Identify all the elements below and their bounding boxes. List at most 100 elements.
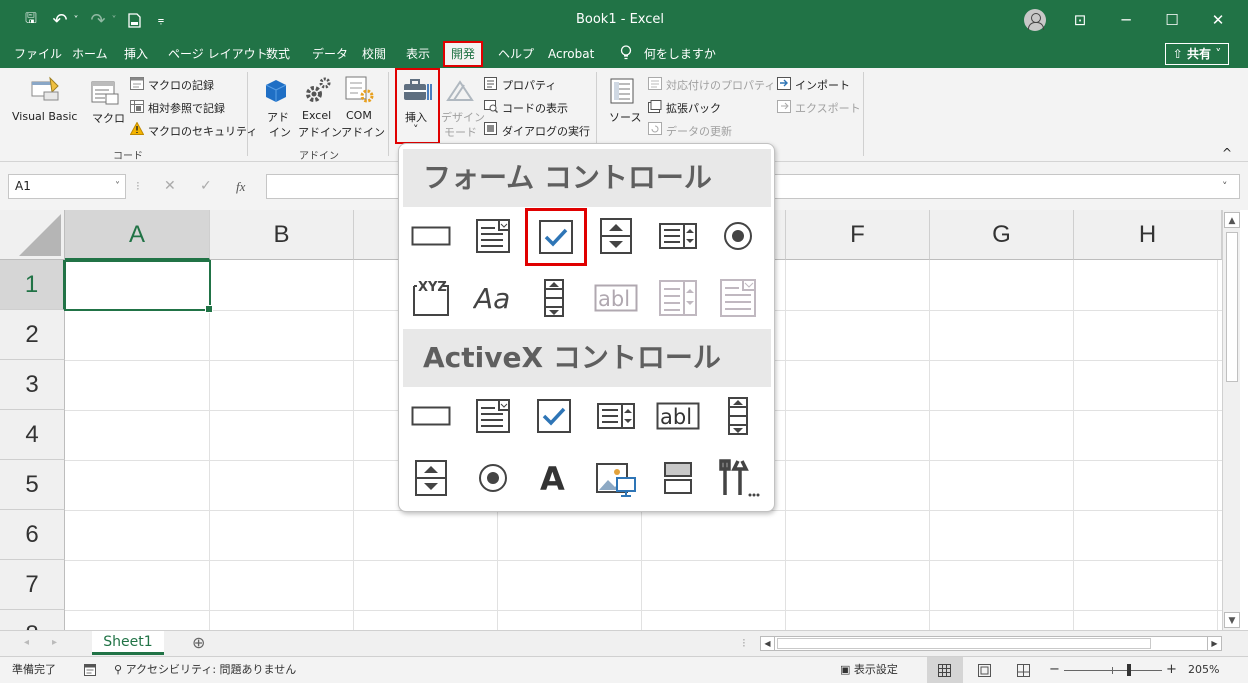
undo-icon[interactable]: ↶ [50, 0, 70, 40]
activex-command-button-control[interactable] [409, 394, 453, 438]
restore-button[interactable]: ☐ [1149, 0, 1195, 40]
tab-review[interactable]: 校閲 [362, 40, 386, 68]
tab-help[interactable]: ヘルプ [498, 40, 534, 68]
column-header-a[interactable]: A [65, 210, 210, 260]
form-combo-list-edit-control[interactable] [656, 276, 700, 320]
tab-data[interactable]: データ [312, 40, 348, 68]
tab-insert[interactable]: 挿入 [124, 40, 148, 68]
activex-spin-button-control[interactable] [409, 456, 453, 500]
form-button-control[interactable] [409, 214, 453, 258]
vertical-scroll-thumb[interactable] [1226, 232, 1238, 382]
zoom-slider[interactable] [1064, 664, 1162, 676]
row-header-5[interactable]: 5 [0, 460, 65, 510]
vertical-scrollbar[interactable]: ▲ ▼ [1222, 210, 1240, 630]
gridline [209, 260, 210, 630]
form-scroll-bar-control[interactable] [532, 276, 576, 320]
form-list-box-control[interactable] [656, 214, 700, 258]
tab-file[interactable]: ファイル [14, 40, 62, 68]
activex-option-button-control[interactable] [471, 456, 515, 500]
cancel-entry-icon[interactable]: ✕ [164, 174, 176, 199]
accessibility-status[interactable]: ⚲ アクセシビリティ: 問題ありません [114, 657, 296, 683]
redo-dropdown-icon[interactable]: ˅ [108, 0, 120, 40]
activex-list-box-control[interactable] [594, 394, 638, 438]
previous-sheet-icon[interactable]: ◂ [24, 631, 29, 655]
zoom-level[interactable]: 205% [1188, 657, 1219, 683]
row-header-6[interactable]: 6 [0, 510, 65, 560]
tab-page-layout[interactable]: ページ レイアウト [168, 40, 268, 68]
gridline [1217, 260, 1218, 630]
activex-check-box-control[interactable] [532, 394, 576, 438]
page-break-view-icon[interactable] [1017, 664, 1030, 677]
macro-recording-icon[interactable] [84, 664, 96, 676]
customize-quick-access-icon[interactable]: ⩦ [152, 0, 170, 40]
tell-me-search[interactable]: 何をしますか [620, 40, 716, 68]
form-group-box-control[interactable]: XYZ [409, 276, 453, 320]
sheet-tab-sheet1[interactable]: Sheet1 [92, 631, 164, 655]
user-avatar-icon[interactable] [1024, 9, 1046, 31]
activex-label-control[interactable]: A [532, 456, 576, 500]
tab-developer[interactable]: 開発 [443, 41, 484, 67]
row-header-3[interactable]: 3 [0, 360, 65, 410]
activex-toggle-button-control[interactable] [656, 456, 700, 500]
redo-icon[interactable]: ↷ [88, 0, 108, 40]
column-header-h[interactable]: H [1074, 210, 1222, 260]
print-preview-icon[interactable] [124, 0, 144, 40]
toggle-button-icon [664, 462, 692, 494]
zoom-slider-thumb[interactable] [1127, 664, 1131, 676]
activex-more-controls-control[interactable] [716, 456, 760, 500]
activex-combo-box-control[interactable] [471, 394, 515, 438]
share-button[interactable]: ⇧ 共有 ˅ [1165, 43, 1229, 65]
save-icon[interactable]: 🖫 [20, 0, 42, 40]
option-button-icon [479, 464, 507, 492]
scroll-left-icon[interactable]: ◀ [761, 637, 775, 650]
column-header-g[interactable]: G [930, 210, 1074, 260]
activex-text-box-control[interactable]: abl [656, 394, 700, 438]
tab-acrobat[interactable]: Acrobat [548, 40, 594, 68]
expand-formula-bar-icon[interactable]: ˅ [1222, 174, 1228, 199]
row-header-4[interactable]: 4 [0, 410, 65, 460]
minimize-button[interactable]: ─ [1103, 0, 1149, 40]
undo-dropdown-icon[interactable]: ˅ [70, 0, 82, 40]
horizontal-scrollbar[interactable]: ◀ ▶ [760, 636, 1222, 651]
activex-scroll-bar-control[interactable] [716, 394, 760, 438]
collapse-ribbon-button[interactable]: ^ [1222, 146, 1232, 160]
ribbon-display-options-button[interactable]: ⊡ [1057, 0, 1103, 40]
add-sheet-icon[interactable]: ⊕ [192, 631, 205, 655]
scroll-right-icon[interactable]: ▶ [1207, 637, 1221, 650]
row-header-8[interactable]: 8 [0, 610, 65, 630]
zoom-out-button[interactable]: − [1049, 657, 1060, 683]
row-header-7[interactable]: 7 [0, 560, 65, 610]
normal-view-button[interactable] [927, 657, 963, 683]
form-spin-button-control[interactable] [594, 214, 638, 258]
label-icon: A [540, 460, 565, 498]
horizontal-scroll-thumb[interactable] [777, 638, 1151, 649]
svg-text:abl: abl [660, 405, 692, 429]
tab-formulas[interactable]: 数式 [266, 40, 290, 68]
close-button[interactable]: ✕ [1195, 0, 1241, 40]
confirm-entry-icon[interactable]: ✓ [200, 174, 212, 199]
scroll-up-icon[interactable]: ▲ [1224, 212, 1240, 228]
tab-split-grip-icon[interactable]: ⁝ [742, 631, 746, 655]
name-box[interactable]: A1 ˅ [8, 174, 126, 199]
column-header-f[interactable]: F [786, 210, 930, 260]
zoom-in-button[interactable]: + [1166, 657, 1177, 683]
insert-function-icon[interactable]: fx [236, 174, 245, 199]
next-sheet-icon[interactable]: ▸ [52, 631, 57, 655]
tab-view[interactable]: 表示 [406, 40, 430, 68]
activex-image-control[interactable] [594, 456, 638, 500]
page-layout-view-icon[interactable] [978, 664, 991, 677]
row-header-1[interactable]: 1 [0, 260, 65, 310]
scroll-down-icon[interactable]: ▼ [1224, 612, 1240, 628]
form-option-button-control[interactable] [716, 214, 760, 258]
row-header-2[interactable]: 2 [0, 310, 65, 360]
display-settings-button[interactable]: ▣ 表示設定 [840, 657, 898, 683]
form-label-control[interactable]: Aa [471, 276, 515, 320]
select-all-button[interactable] [0, 210, 65, 260]
form-combo-box-control[interactable] [471, 214, 515, 258]
column-header-b[interactable]: B [210, 210, 354, 260]
form-combo-dropdown-edit-control[interactable] [716, 276, 760, 320]
active-cell-a1[interactable] [64, 260, 213, 313]
form-text-field-control[interactable]: abl [594, 276, 638, 320]
tab-home[interactable]: ホーム [72, 40, 108, 68]
form-check-box-control[interactable] [525, 208, 587, 266]
